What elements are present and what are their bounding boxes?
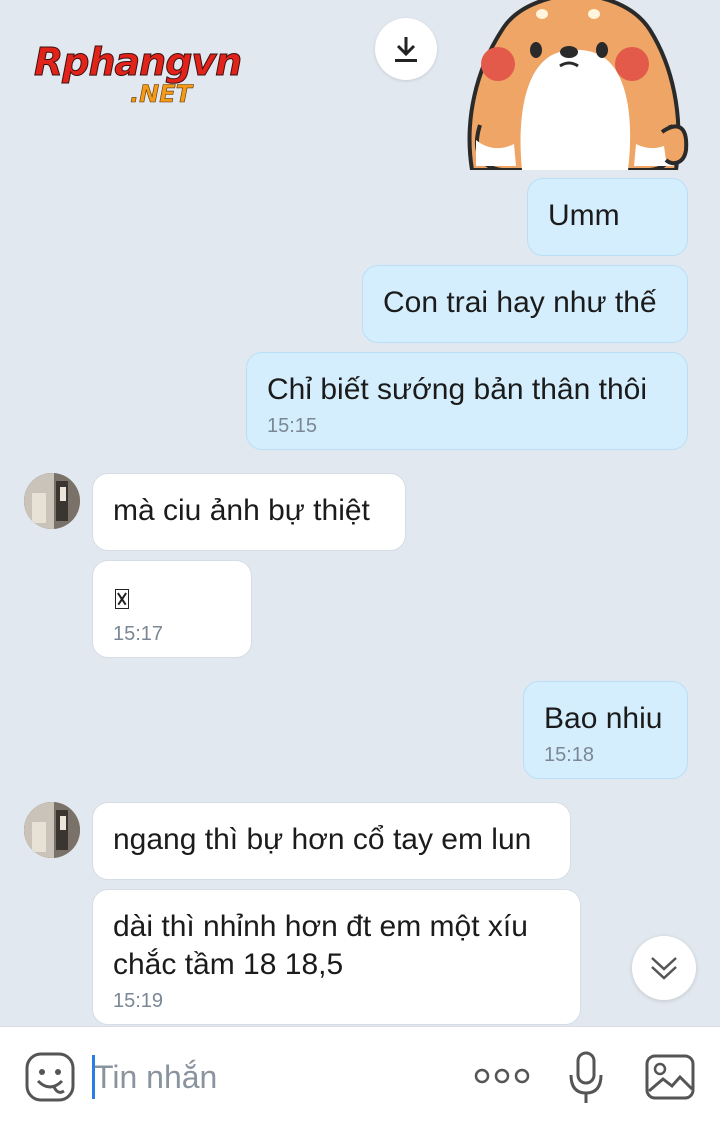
scroll-to-bottom-button[interactable]: [632, 936, 696, 1000]
message-bubble-outgoing[interactable]: Chỉ biết sướng bản thân thôi 15:15: [246, 352, 688, 450]
contact-avatar[interactable]: [24, 802, 80, 858]
message-time: 15:17: [113, 623, 164, 645]
message-text: Chỉ biết sướng bản thân thôi: [267, 373, 647, 406]
contact-avatar[interactable]: [24, 473, 80, 529]
download-icon: [395, 37, 417, 62]
chat-area: Rphangvn .NET Umm Con trai hay như thế C…: [0, 0, 720, 1026]
watermark-logo: Rphangvn .NET: [33, 40, 264, 110]
message-time: 15:18: [544, 744, 595, 766]
message-bubble-incoming[interactable]: dài thì nhỉnh hơn đt em một xíu chắc tầm…: [92, 889, 581, 1025]
microphone-icon: [569, 1051, 603, 1103]
sticker-smiley-icon: [25, 1052, 75, 1102]
message-input-bar: [0, 1026, 720, 1124]
more-dots-icon: [474, 1068, 530, 1084]
message-bubble-outgoing[interactable]: Bao nhiu 15:18: [523, 681, 688, 779]
more-options-button[interactable]: [472, 1061, 532, 1091]
image-icon: [645, 1054, 695, 1100]
watermark-sub-text: .NET: [130, 80, 193, 109]
message-bubble-incoming[interactable]: mà ciu ảnh bự thiệt: [92, 473, 406, 551]
download-button[interactable]: [375, 18, 437, 80]
message-time: 15:19: [113, 990, 164, 1012]
missing-emoji-glyph-icon: [115, 589, 129, 610]
voice-message-button[interactable]: [566, 1049, 606, 1107]
watermark-main-text: Rphangvn: [33, 40, 242, 85]
message-text: mà ciu ảnh bự thiệt: [113, 494, 370, 527]
avatar-photo: [24, 802, 80, 858]
message-bubble-incoming[interactable]: ngang thì bự hơn cổ tay em lun: [92, 802, 571, 880]
message-input[interactable]: [92, 1053, 436, 1101]
avatar-photo: [24, 473, 80, 529]
chevron-double-down-icon: [651, 957, 677, 980]
message-bubble-incoming[interactable]: 15:17: [92, 560, 252, 658]
sticker-button[interactable]: [24, 1051, 76, 1103]
message-bubble-outgoing[interactable]: Umm: [527, 178, 688, 256]
message-content: [113, 579, 231, 617]
message-text-line: chắc tầm 18 18,5: [113, 948, 344, 981]
message-text: Umm: [548, 199, 620, 232]
message-text: Con trai hay như thế: [383, 286, 657, 319]
message-text: ngang thì bự hơn cổ tay em lun: [113, 823, 532, 856]
message-text: Bao nhiu: [544, 702, 663, 735]
send-image-button[interactable]: [644, 1053, 696, 1101]
shiba-dog-sticker[interactable]: [462, 0, 690, 170]
message-time: 15:15: [267, 415, 318, 437]
message-bubble-outgoing[interactable]: Con trai hay như thế: [362, 265, 688, 343]
message-text-line: dài thì nhỉnh hơn đt em một xíu: [113, 910, 528, 943]
